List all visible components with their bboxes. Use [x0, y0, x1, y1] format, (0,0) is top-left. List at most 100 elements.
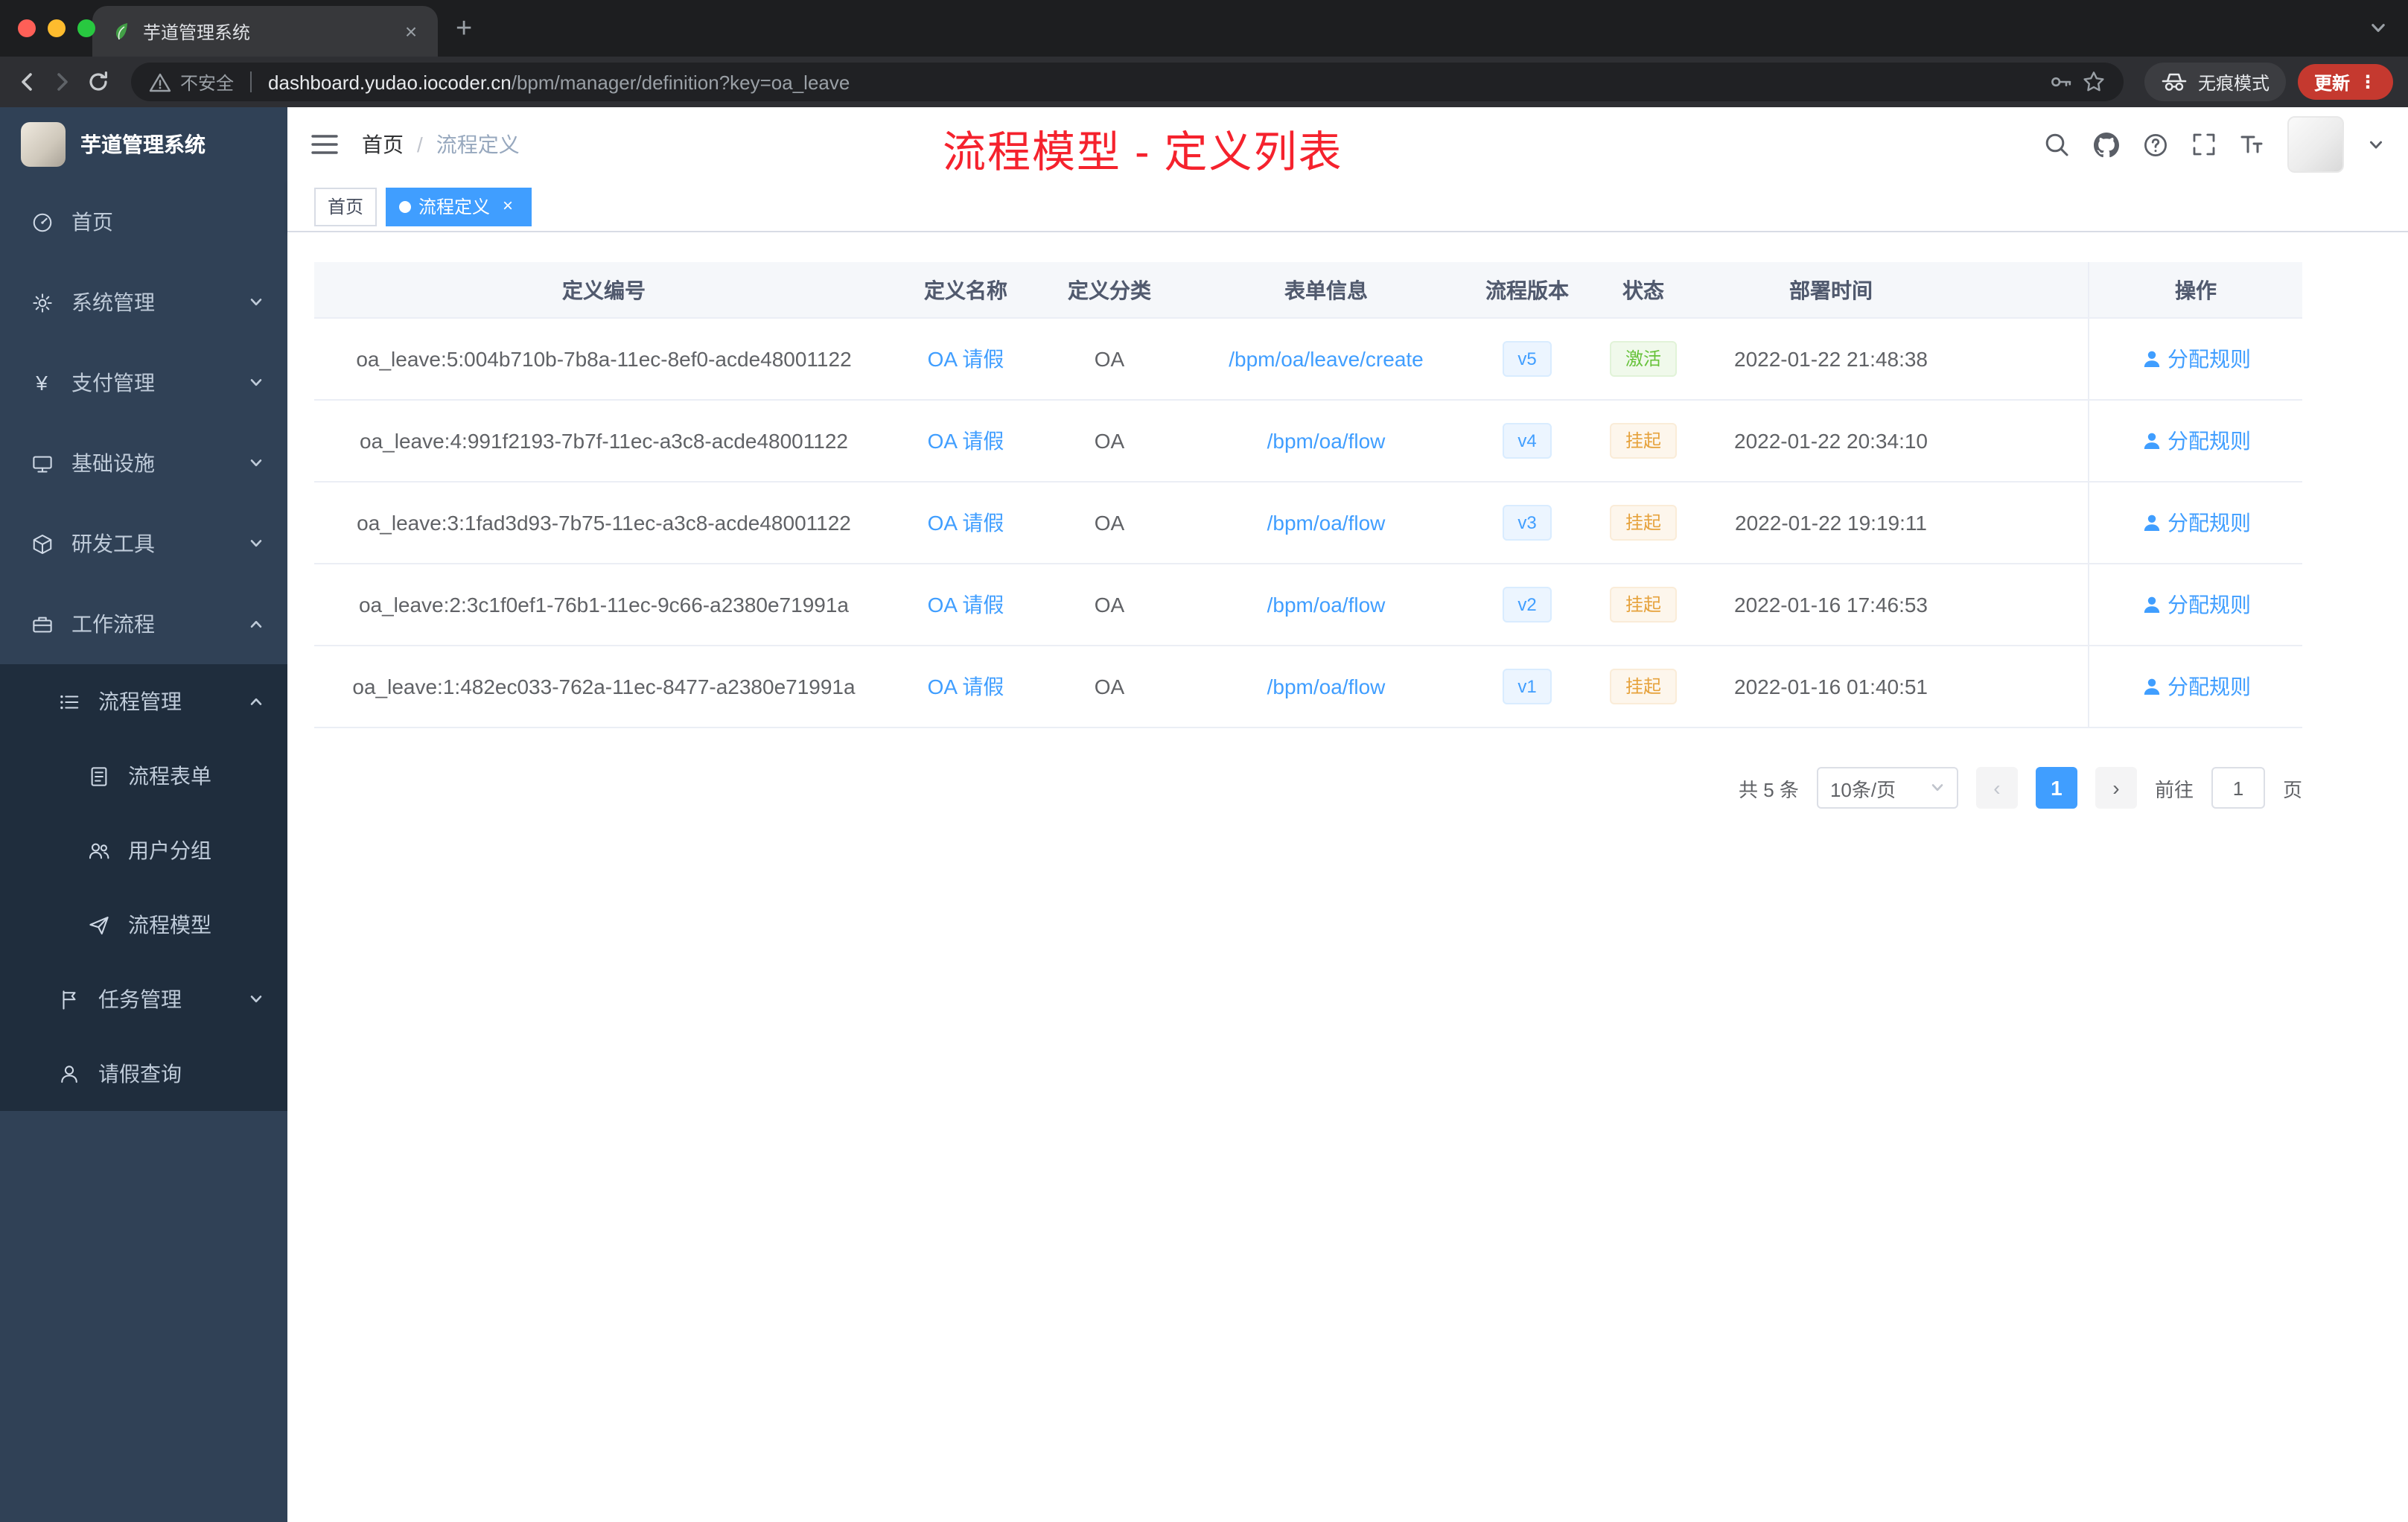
- form-link[interactable]: /bpm/oa/flow: [1267, 593, 1386, 617]
- sidebar-item-infrastructure[interactable]: 基础设施: [0, 423, 287, 503]
- cube-icon: [30, 532, 54, 555]
- tag-close-icon[interactable]: ×: [497, 195, 518, 217]
- breadcrumb-home[interactable]: 首页: [362, 130, 404, 159]
- url-path: /bpm/manager/definition?key=oa_leave: [511, 71, 850, 93]
- sidebar-item-payment[interactable]: ¥ 支付管理: [0, 343, 287, 423]
- select-caret-down-icon: [1930, 780, 1945, 795]
- assign-user-icon: [2141, 512, 2162, 533]
- fullscreen-icon[interactable]: [2192, 133, 2216, 156]
- close-window-button[interactable]: [18, 19, 36, 37]
- cell-definition-id: oa_leave:1:482ec033-762a-11ec-8477-a2380…: [352, 675, 856, 698]
- sidebar-item-process-form[interactable]: 流程表单: [0, 739, 287, 813]
- font-size-icon[interactable]: [2240, 133, 2264, 156]
- help-icon[interactable]: [2143, 132, 2168, 157]
- cell-category: OA: [1094, 511, 1125, 535]
- sidebar-item-process-model[interactable]: 流程模型: [0, 888, 287, 962]
- assign-rule-link[interactable]: 分配规则: [2167, 426, 2251, 456]
- page-number-button[interactable]: 1: [2035, 767, 2077, 809]
- chevron-down-icon: [249, 456, 264, 471]
- assign-rule-link[interactable]: 分配规则: [2167, 590, 2251, 620]
- browser-tab[interactable]: 芋道管理系统 ×: [92, 6, 438, 57]
- chevron-down-icon: [249, 536, 264, 551]
- annotation-overlay: 流程模型 - 定义列表: [943, 130, 1343, 177]
- chevron-down-icon: [249, 992, 264, 1007]
- browser-tab-strip: 芋道管理系统 × +: [0, 0, 2408, 57]
- sidebar-item-user-group[interactable]: 用户分组: [0, 813, 287, 888]
- definition-name-link[interactable]: OA 请假: [928, 344, 1004, 374]
- back-button[interactable]: [15, 70, 39, 94]
- breadcrumb-separator: /: [417, 133, 423, 156]
- next-page-button[interactable]: ›: [2095, 767, 2137, 809]
- zoom-window-button[interactable]: [77, 19, 95, 37]
- tab-close-icon[interactable]: ×: [399, 19, 423, 43]
- col-header-status: 状态: [1622, 278, 1664, 302]
- chevron-up-icon: [249, 694, 264, 709]
- table-row: oa_leave:2:3c1f0ef1-76b1-11ec-9c66-a2380…: [314, 564, 2302, 646]
- sidebar-logo[interactable]: 芋道管理系统: [0, 107, 287, 182]
- search-icon[interactable]: [2043, 131, 2070, 158]
- sidebar-item-process-management[interactable]: 流程管理: [0, 664, 287, 739]
- security-warning-icon[interactable]: [149, 71, 171, 93]
- tags-view-bar: 首页 流程定义 ×: [287, 182, 2408, 232]
- assign-rule-link[interactable]: 分配规则: [2167, 508, 2251, 538]
- tab-search-chevron-icon[interactable]: [2369, 19, 2387, 37]
- page-size-select[interactable]: 10条/页: [1816, 767, 1958, 809]
- tag-home[interactable]: 首页: [314, 187, 378, 226]
- user-group-icon: [86, 839, 110, 862]
- sidebar-item-system[interactable]: 系统管理: [0, 262, 287, 343]
- chevron-up-icon: [249, 617, 264, 631]
- form-link[interactable]: /bpm/oa/flow: [1267, 675, 1386, 698]
- avatar-caret-down-icon[interactable]: [2368, 136, 2384, 153]
- sidebar-item-dev-tools[interactable]: 研发工具: [0, 503, 287, 584]
- form-link[interactable]: /bpm/oa/flow: [1267, 511, 1386, 535]
- sidebar-item-task-management[interactable]: 任务管理: [0, 962, 287, 1037]
- bookmark-star-icon[interactable]: [2082, 70, 2106, 94]
- browser-update-button[interactable]: 更新 ⋮: [2297, 64, 2393, 100]
- yen-icon: ¥: [36, 371, 48, 395]
- assign-rule-link[interactable]: 分配规则: [2167, 672, 2251, 701]
- definition-name-link[interactable]: OA 请假: [928, 672, 1004, 701]
- goto-page-input[interactable]: [2211, 767, 2265, 809]
- prev-page-button[interactable]: ‹: [1975, 767, 2018, 809]
- assign-rule-link[interactable]: 分配规则: [2167, 344, 2251, 374]
- definition-name-link[interactable]: OA 请假: [928, 508, 1004, 538]
- incognito-label: 无痕模式: [2197, 72, 2270, 93]
- col-header-form: 表单信息: [1284, 278, 1368, 302]
- form-link[interactable]: /bpm/oa/flow: [1267, 429, 1386, 453]
- definition-name-link[interactable]: OA 请假: [928, 426, 1004, 456]
- avatar[interactable]: [2287, 116, 2344, 173]
- cell-category: OA: [1094, 429, 1125, 453]
- minimize-window-button[interactable]: [48, 19, 66, 37]
- sidebar-submenu-workflow: 流程管理 流程表单 用户分组 流程模型 任务管理 请假查询: [0, 664, 287, 1111]
- sidebar-item-home[interactable]: 首页: [0, 182, 287, 262]
- col-header-actions: 操作: [2088, 262, 2302, 317]
- hamburger-icon[interactable]: [311, 133, 338, 156]
- url-text[interactable]: dashboard.yudao.iocoder.cn/bpm/manager/d…: [268, 71, 2040, 93]
- tag-process-definition[interactable]: 流程定义 ×: [386, 187, 532, 226]
- browser-toolbar: 不安全 dashboard.yudao.iocoder.cn/bpm/manag…: [0, 57, 2408, 107]
- version-badge: v2: [1503, 587, 1552, 623]
- cell-deploy-time: 2022-01-16 17:46:53: [1734, 593, 1928, 617]
- omnibox-divider: [250, 71, 252, 92]
- col-header-name: 定义名称: [924, 278, 1007, 302]
- table-row: oa_leave:3:1fad3d93-7b75-11ec-a3c8-acde4…: [314, 483, 2302, 564]
- sidebar-item-workflow[interactable]: 工作流程: [0, 584, 287, 664]
- new-tab-button[interactable]: +: [456, 13, 472, 46]
- table-row: oa_leave:4:991f2193-7b7f-11ec-a3c8-acde4…: [314, 401, 2302, 483]
- sidebar-item-leave-query[interactable]: 请假查询: [0, 1037, 287, 1111]
- definition-name-link[interactable]: OA 请假: [928, 590, 1004, 620]
- main-area: 首页 / 流程定义 流程模型 - 定义列表 首页 流程定义 × 定义编号 定义名…: [287, 107, 2408, 1522]
- document-icon: [86, 765, 110, 787]
- address-bar[interactable]: 不安全 dashboard.yudao.iocoder.cn/bpm/manag…: [131, 63, 2124, 101]
- flag-icon: [57, 988, 80, 1010]
- github-icon[interactable]: [2094, 132, 2119, 157]
- browser-menu-kebab-icon[interactable]: ⋮: [2359, 71, 2377, 92]
- tab-title: 芋道管理系统: [143, 22, 251, 42]
- password-key-icon[interactable]: [2049, 70, 2073, 94]
- status-badge: 激活: [1610, 341, 1676, 377]
- cell-deploy-time: 2022-01-16 01:40:51: [1734, 675, 1928, 698]
- form-link[interactable]: /bpm/oa/leave/create: [1229, 347, 1424, 371]
- reload-button[interactable]: [86, 70, 110, 94]
- active-tag-dot: [399, 200, 412, 212]
- forward-button[interactable]: [51, 70, 74, 94]
